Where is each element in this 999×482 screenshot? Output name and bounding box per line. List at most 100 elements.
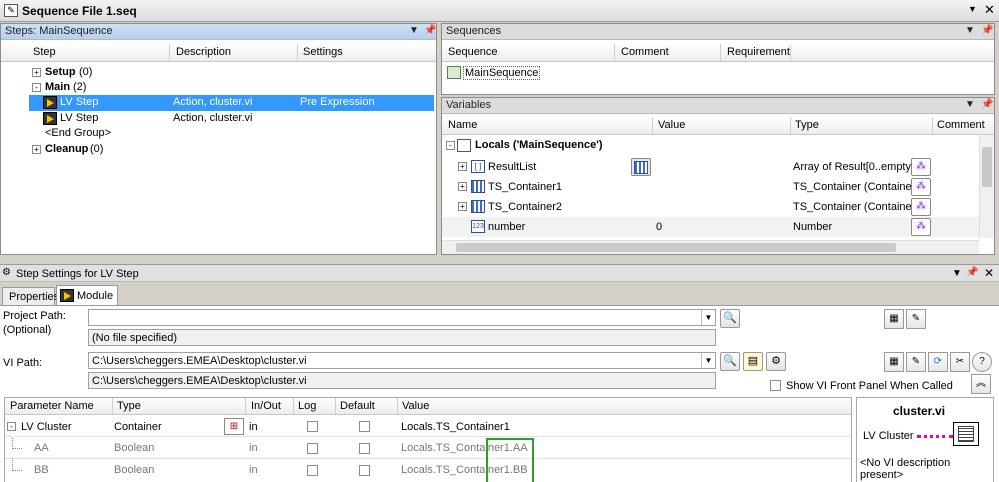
variables-root[interactable]: - Locals ('MainSequence'): [442, 137, 994, 155]
variable-row[interactable]: + [ ] ResultList Array of Result[0..empt…: [442, 157, 994, 177]
default-checkbox[interactable]: [359, 421, 370, 432]
default-checkbox[interactable]: [359, 443, 370, 454]
collapse-icon[interactable]: -: [7, 422, 16, 431]
variable-row[interactable]: + TS_Container1 TS_Container (Container)…: [442, 177, 994, 197]
variable-type: TS_Container (Container): [793, 201, 919, 213]
parameter-inout: in: [249, 421, 258, 433]
chevron-down-icon[interactable]: ▼: [701, 353, 715, 368]
tab-properties[interactable]: Properties: [2, 287, 59, 305]
column-parameter-name[interactable]: Parameter Name: [10, 400, 94, 412]
column-requirement[interactable]: Requirement: [727, 46, 790, 58]
help-button[interactable]: ?: [972, 352, 992, 372]
variable-row[interactable]: 123 number 0 Number ⁂: [442, 217, 994, 237]
reload-button[interactable]: ⟳: [928, 352, 948, 372]
log-checkbox[interactable]: [307, 465, 318, 476]
column-description[interactable]: Description: [176, 46, 231, 58]
document-titlebar: ✎ Sequence File 1.seq ▼ ✕: [0, 0, 999, 22]
parameter-row[interactable]: AA Boolean in Locals.TS_Container1.AA: [5, 438, 851, 459]
type-browse-button[interactable]: ⁂: [911, 198, 931, 216]
collapse-icon[interactable]: -: [446, 141, 455, 150]
labview-icon: [60, 289, 74, 302]
column-default[interactable]: Default: [340, 400, 375, 412]
project-path-input[interactable]: ▼: [88, 309, 716, 326]
vi-description: <No VI description present>: [860, 457, 951, 481]
column-value[interactable]: Value: [402, 400, 429, 412]
pane-dropdown-icon[interactable]: ▼: [409, 25, 419, 36]
type-info-button[interactable]: ⊞: [224, 418, 244, 435]
advanced-settings-button[interactable]: ✂: [950, 352, 970, 372]
collapse-icon[interactable]: -: [32, 83, 41, 92]
scroll-thumb[interactable]: [982, 147, 992, 187]
log-checkbox[interactable]: [307, 421, 318, 432]
variable-name: ResultList: [488, 161, 537, 173]
open-project-button[interactable]: ▦: [884, 309, 904, 329]
column-log[interactable]: Log: [298, 400, 316, 412]
chevron-down-icon[interactable]: ▼: [701, 310, 715, 325]
pane-dropdown-icon[interactable]: ▼: [952, 268, 962, 279]
close-icon[interactable]: ✕: [984, 266, 994, 280]
parameter-value[interactable]: Locals.TS_Container1: [401, 421, 510, 433]
column-name[interactable]: Name: [448, 119, 477, 131]
window-menu-dropdown-icon[interactable]: ▼: [968, 4, 977, 14]
vi-options-button[interactable]: ⚙: [766, 352, 786, 371]
parameter-inout: in: [249, 464, 258, 476]
expand-icon[interactable]: +: [458, 162, 467, 171]
log-checkbox[interactable]: [307, 443, 318, 454]
step-group-setup[interactable]: + Setup (0): [1, 65, 436, 81]
pin-icon[interactable]: 📌: [966, 267, 978, 278]
vi-path-value: C:\Users\cheggers.EMEA\Desktop\cluster.v…: [92, 355, 307, 367]
column-settings[interactable]: Settings: [303, 46, 343, 58]
expand-icon[interactable]: +: [32, 145, 41, 154]
step-row[interactable]: LV Step Action, cluster.vi: [1, 111, 436, 127]
pin-icon[interactable]: 📌: [424, 25, 436, 36]
column-sequence[interactable]: Sequence: [448, 46, 498, 58]
column-type[interactable]: Type: [795, 119, 819, 131]
column-value[interactable]: Value: [658, 119, 685, 131]
column-step[interactable]: Step: [33, 46, 56, 58]
parameter-row[interactable]: BB Boolean in Locals.TS_Container1.BB: [5, 458, 851, 481]
steps-pane-caption: Steps: MainSequence ▼ 📌: [1, 24, 436, 40]
pane-dropdown-icon[interactable]: ▼: [965, 99, 975, 110]
variable-type: TS_Container (Container): [793, 181, 919, 193]
variables-horizontal-scrollbar[interactable]: [442, 240, 979, 254]
array-editor-button[interactable]: [631, 158, 651, 176]
sequence-item[interactable]: MainSequence: [442, 65, 994, 81]
step-row[interactable]: LV Step Action, cluster.vi Pre Expressio…: [29, 95, 434, 111]
edit-project-button[interactable]: ✎: [906, 309, 926, 329]
column-comment[interactable]: Comment: [621, 46, 669, 58]
step-group-cleanup[interactable]: + Cleanup (0): [1, 142, 436, 158]
open-vi-button[interactable]: ▤: [743, 352, 763, 371]
parameter-grid: Parameter Name Type In/Out Log Default V…: [4, 397, 852, 482]
sequences-column-header: Sequence Comment Requirement: [442, 44, 994, 62]
tab-module[interactable]: Module: [56, 285, 118, 306]
end-group-row[interactable]: <End Group>: [1, 126, 436, 142]
edit-vi-button[interactable]: ✎: [906, 352, 926, 372]
default-checkbox[interactable]: [359, 465, 370, 476]
variable-row[interactable]: + TS_Container2 TS_Container (Container)…: [442, 197, 994, 217]
type-browse-button[interactable]: ⁂: [911, 158, 931, 176]
vi-path-input[interactable]: C:\Users\cheggers.EMEA\Desktop\cluster.v…: [88, 352, 716, 369]
type-browse-button[interactable]: ⁂: [911, 218, 931, 236]
step-group-main[interactable]: - Main (2): [1, 80, 436, 96]
expand-icon[interactable]: +: [32, 68, 41, 77]
collapse-panel-button[interactable]: ︽: [971, 374, 991, 394]
column-in-out[interactable]: In/Out: [251, 400, 281, 412]
pin-icon[interactable]: 📌: [981, 25, 993, 36]
expand-icon[interactable]: +: [458, 182, 467, 191]
vi-icon-glyph: [958, 426, 974, 442]
variables-vertical-scrollbar[interactable]: [979, 135, 994, 238]
step-description: Action, cluster.vi: [173, 96, 253, 108]
type-browse-button[interactable]: ⁂: [911, 178, 931, 196]
pin-icon[interactable]: 📌: [981, 99, 993, 110]
open-vi-toolbar-button[interactable]: ▦: [884, 352, 904, 372]
pane-dropdown-icon[interactable]: ▼: [965, 25, 975, 36]
column-comment[interactable]: Comment: [937, 119, 985, 131]
close-icon[interactable]: ✕: [984, 2, 995, 18]
scroll-thumb[interactable]: [456, 243, 896, 252]
browse-vi-button[interactable]: 🔍: [720, 352, 740, 371]
parameter-row[interactable]: - LV Cluster Container ⊞ in Locals.TS_Co…: [5, 417, 851, 437]
expand-icon[interactable]: +: [458, 202, 467, 211]
show-front-panel-checkbox[interactable]: [770, 380, 781, 391]
browse-project-button[interactable]: 🔍: [720, 309, 740, 328]
column-type[interactable]: Type: [117, 400, 141, 412]
